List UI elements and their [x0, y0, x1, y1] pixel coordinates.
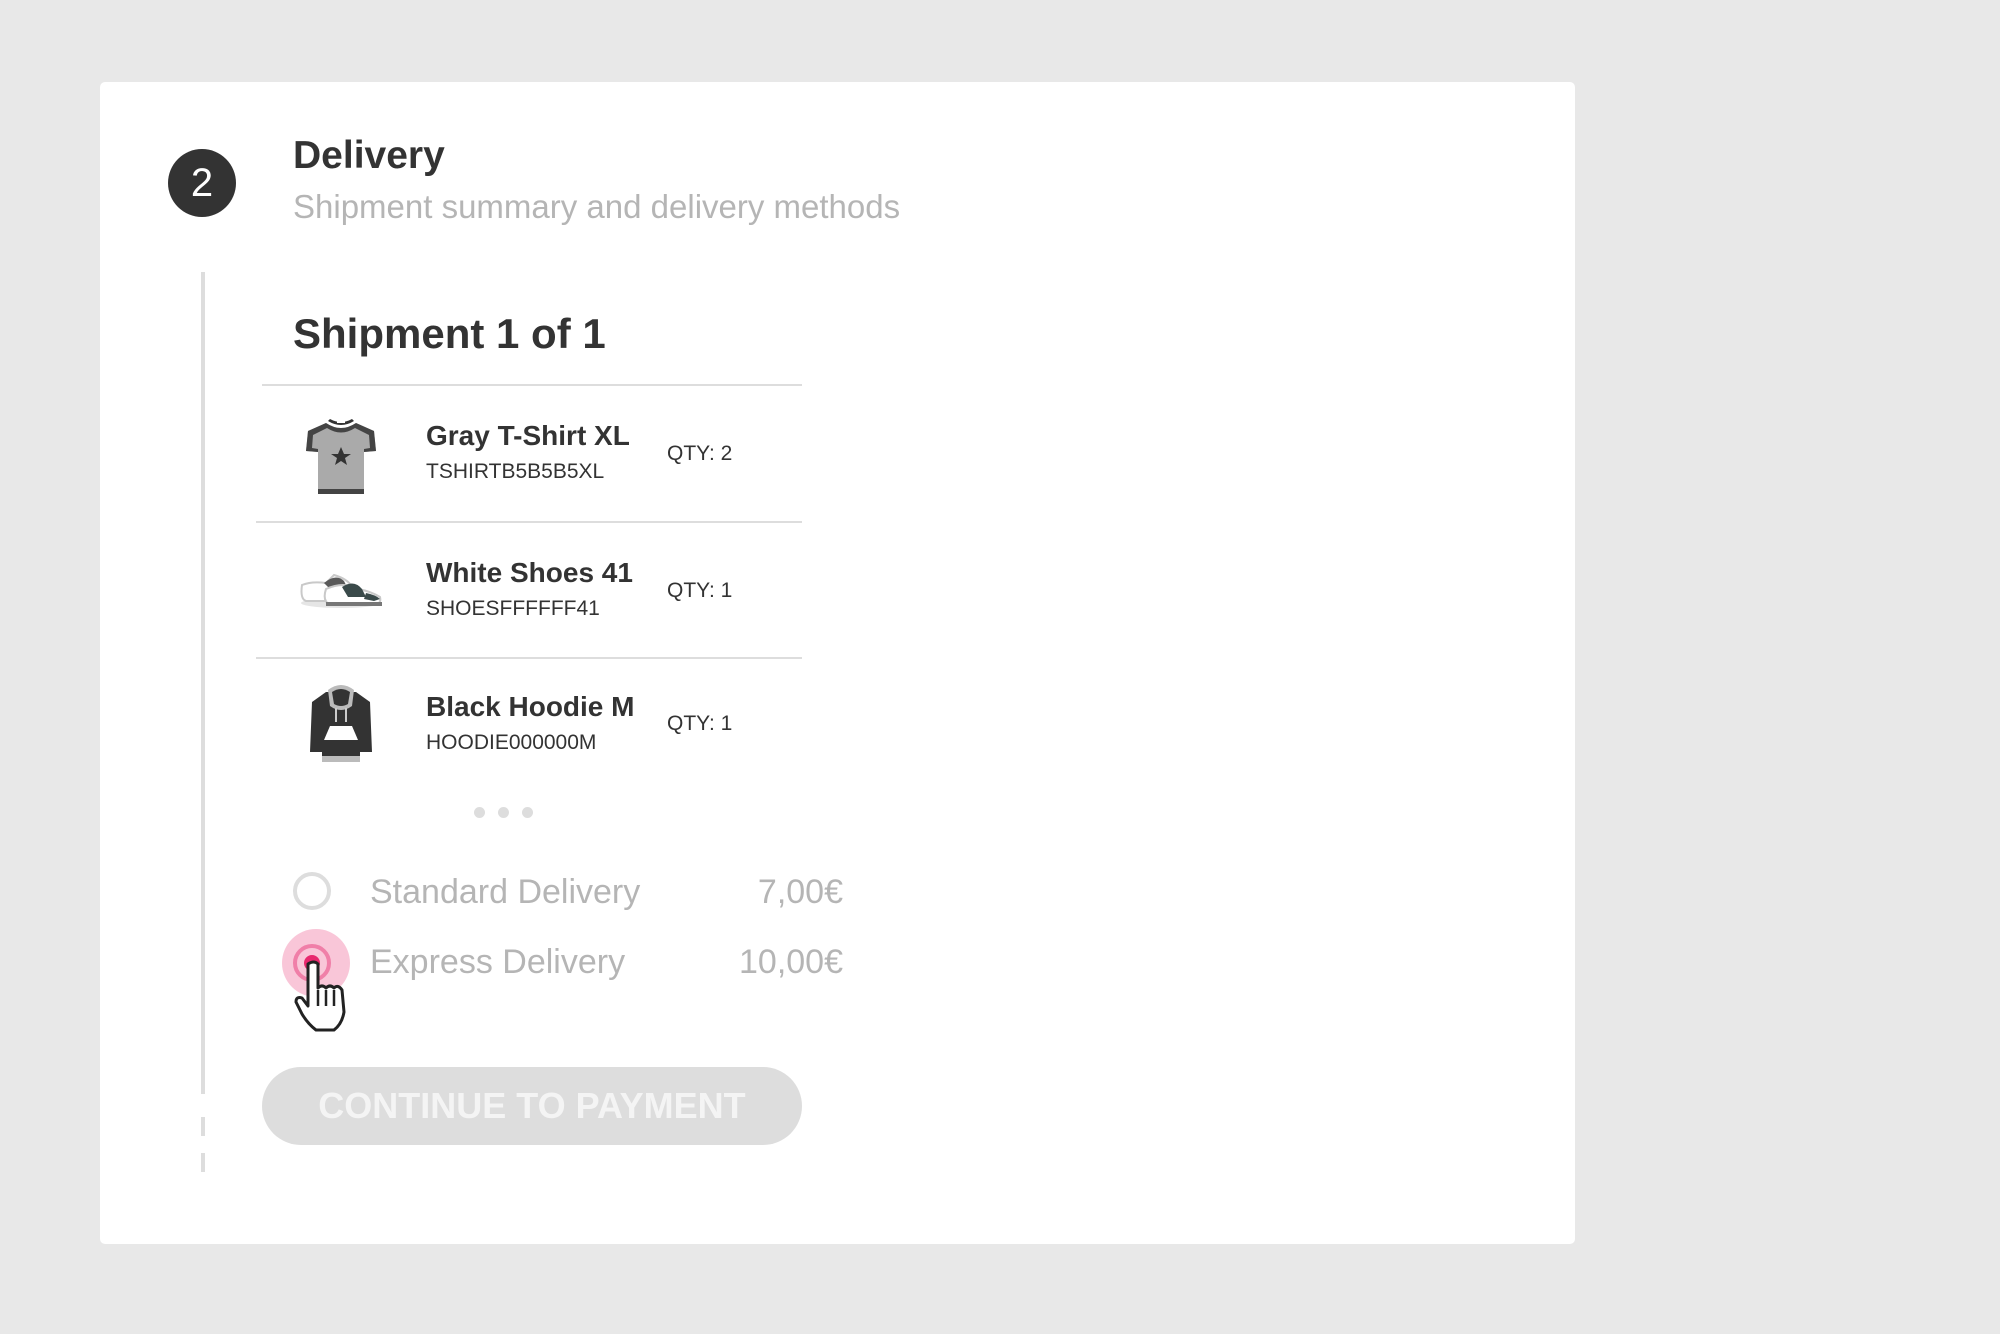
more-dot [522, 807, 533, 818]
item-name: White Shoes 41 [426, 557, 633, 588]
item-name: Black Hoodie M [426, 691, 635, 722]
tshirt-icon [306, 419, 376, 494]
step-timeline-dash [201, 1153, 205, 1172]
step-number-badge: 2 [168, 149, 236, 217]
shoes-icon [300, 573, 382, 608]
item-quantity: QTY: 2 [667, 442, 733, 465]
item-name: Gray T-Shirt XL [426, 420, 630, 451]
item-quantity: QTY: 1 [667, 579, 733, 602]
hoodie-icon [310, 685, 372, 762]
continue-to-payment-button[interactable]: CONTINUE TO PAYMENT [262, 1067, 802, 1145]
step-timeline-dash [201, 1117, 205, 1136]
divider [256, 521, 802, 523]
step-subtitle: Shipment summary and delivery methods [293, 188, 901, 225]
standard-delivery-price: 7,00€ [757, 873, 843, 911]
item-quantity: QTY: 1 [667, 712, 733, 735]
item-sku: HOODIE000000M [426, 731, 597, 754]
item-sku: SHOESFFFFFF41 [426, 597, 600, 620]
more-dot [474, 807, 485, 818]
express-delivery-label: Express Delivery [370, 943, 626, 981]
express-delivery-price: 10,00€ [739, 943, 843, 981]
delivery-step-card: 2 Delivery Shipment summary and delivery… [100, 82, 1575, 1244]
divider [262, 384, 802, 386]
shipment-title: Shipment 1 of 1 [293, 310, 606, 357]
standard-delivery-label: Standard Delivery [370, 873, 641, 911]
divider [256, 657, 802, 659]
step-title: Delivery [293, 134, 445, 177]
item-sku: TSHIRTB5B5B5XL [426, 460, 605, 483]
hand-pointer-icon [294, 960, 346, 1032]
standard-delivery-radio[interactable] [293, 872, 331, 910]
more-dot [498, 807, 509, 818]
step-timeline [201, 272, 205, 1094]
